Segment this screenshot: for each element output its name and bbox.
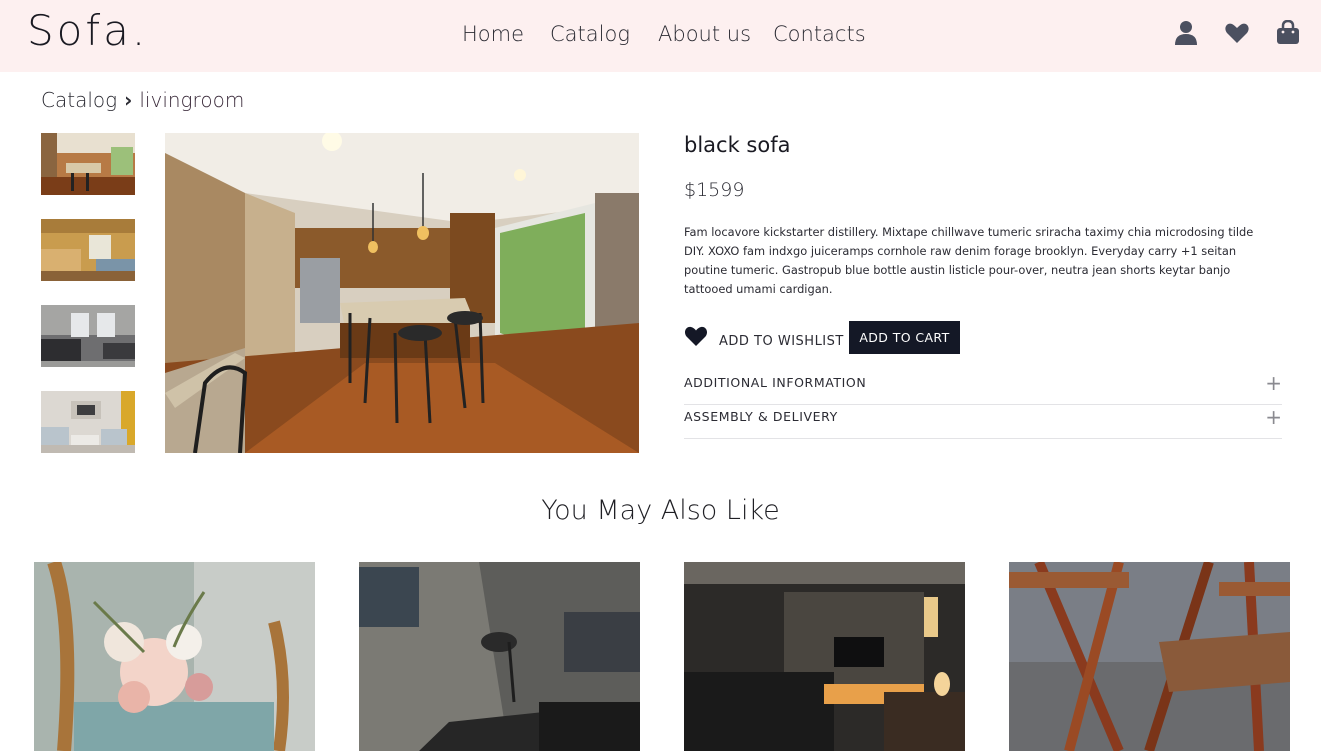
grey-living-room-thumbnail[interactable] <box>41 305 135 367</box>
accordion-additional-information[interactable]: ADDITIONAL INFORMATION + <box>684 371 1282 405</box>
wishlist-label: ADD TO WISHLIST <box>719 334 844 349</box>
related-product-card[interactable] <box>34 562 315 751</box>
site-header: Sofa. Home Catalog About us Contacts <box>0 0 1321 72</box>
related-product-card[interactable] <box>359 562 640 751</box>
breadcrumb: Catalog › livingroom <box>41 88 244 112</box>
product-price: $1599 <box>684 179 745 201</box>
site-logo[interactable]: Sofa. <box>27 6 148 55</box>
user-icon[interactable] <box>1174 20 1198 46</box>
living-room-thumbnail[interactable] <box>41 219 135 281</box>
nav-contacts[interactable]: Contacts <box>773 22 866 46</box>
product-title: black sofa <box>684 133 791 157</box>
white-living-room-thumbnail[interactable] <box>41 391 135 453</box>
related-section-title: You May Also Like <box>541 495 780 526</box>
heart-icon <box>684 326 708 346</box>
shopping-bag-icon[interactable] <box>1276 19 1300 46</box>
nav-catalog[interactable]: Catalog <box>550 22 630 46</box>
nav-about-us[interactable]: About us <box>658 22 751 46</box>
breadcrumb-catalog[interactable]: Catalog <box>41 88 117 112</box>
related-product-card[interactable] <box>684 562 965 751</box>
heart-icon[interactable] <box>1224 20 1249 46</box>
related-product-card[interactable] <box>1009 562 1290 751</box>
add-to-cart-button[interactable]: ADD TO CART <box>849 321 960 354</box>
product-main-image <box>165 133 639 453</box>
accordion-assembly-delivery[interactable]: ASSEMBLY & DELIVERY + <box>684 405 1282 439</box>
accordion-label: ASSEMBLY & DELIVERY <box>684 409 838 424</box>
plus-icon: + <box>1265 371 1282 395</box>
plus-icon: + <box>1265 405 1282 429</box>
product-description: Fam locavore kickstarter distillery. Mix… <box>684 225 1254 296</box>
kitchen-thumbnail[interactable] <box>41 133 135 195</box>
breadcrumb-separator: › <box>124 88 133 112</box>
accordion-label: ADDITIONAL INFORMATION <box>684 375 867 390</box>
nav-home[interactable]: Home <box>462 22 524 46</box>
breadcrumb-current[interactable]: livingroom <box>139 88 244 112</box>
